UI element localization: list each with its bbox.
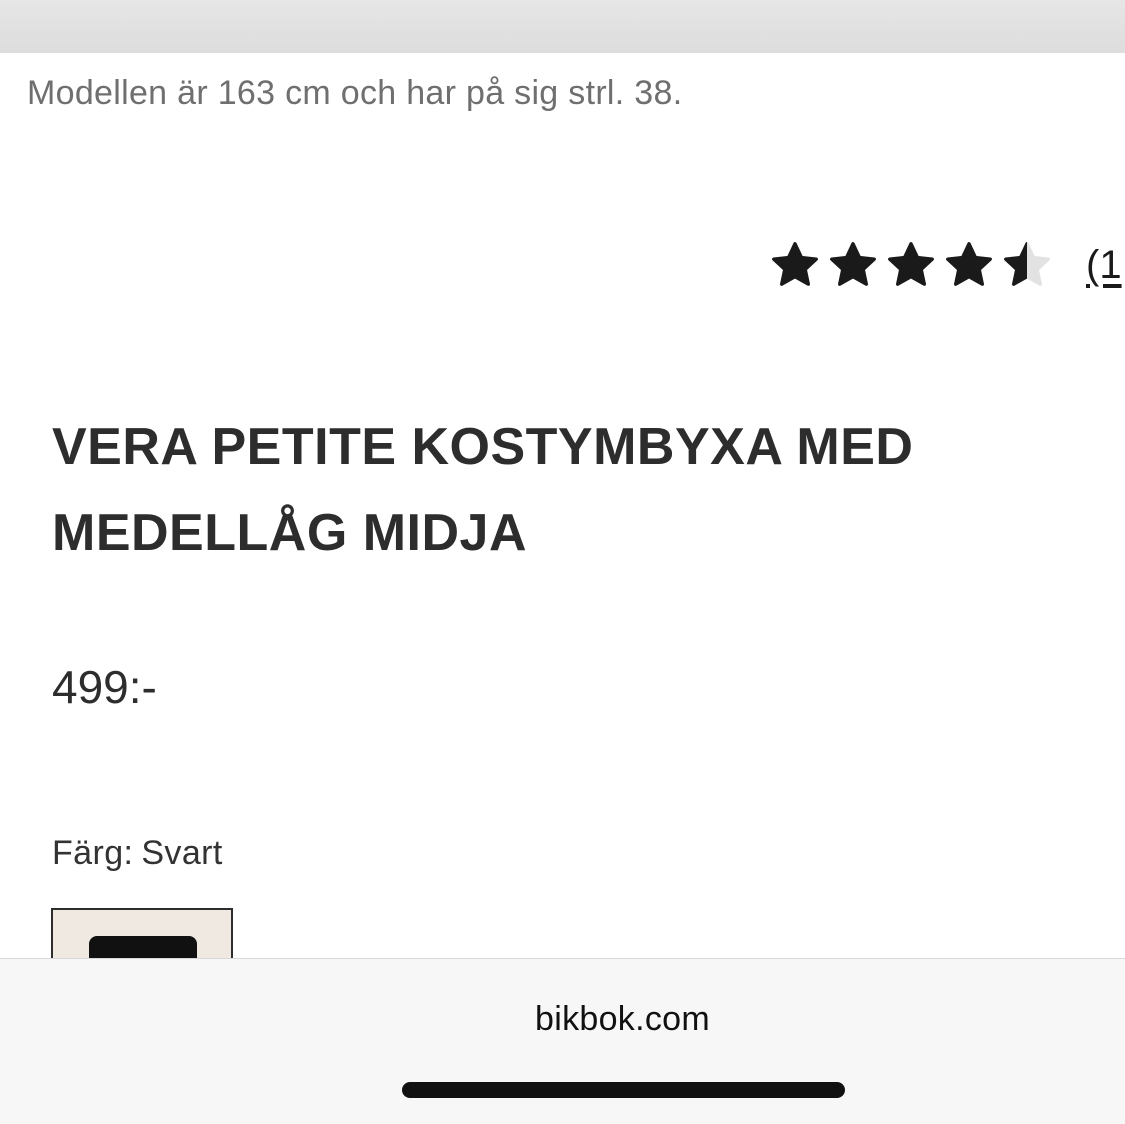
review-count-link[interactable]: (1: [1086, 243, 1122, 288]
star-icon: [830, 242, 876, 286]
star-icon: [772, 242, 818, 286]
color-label-text: Färg:: [52, 834, 134, 872]
product-title: VERA PETITE KOSTYMBYXA MED MEDELLÅG MIDJA: [52, 404, 1052, 576]
product-title-line-2: MEDELLÅG MIDJA: [52, 504, 527, 562]
address-bar-url[interactable]: bikbok.com: [0, 1000, 1125, 1039]
color-value: Svart: [141, 834, 223, 872]
star-icon: [946, 242, 992, 286]
star-icon: [888, 242, 934, 286]
color-label: Färg: Svart: [52, 834, 223, 873]
product-page: Modellen är 163 cm och har på sig strl. …: [0, 0, 1125, 1124]
model-size-note: Modellen är 163 cm och har på sig strl. …: [27, 74, 683, 112]
product-image-edge: [0, 0, 1125, 53]
browser-bottom-bar: [0, 958, 1125, 1124]
rating-summary[interactable]: (1: [770, 238, 1122, 292]
home-indicator[interactable]: [402, 1082, 845, 1098]
product-title-line-1: VERA PETITE KOSTYMBYXA MED: [52, 418, 914, 476]
star-rating: [770, 240, 1060, 290]
star-icon: [1004, 242, 1050, 286]
product-price: 499:-: [52, 661, 157, 713]
